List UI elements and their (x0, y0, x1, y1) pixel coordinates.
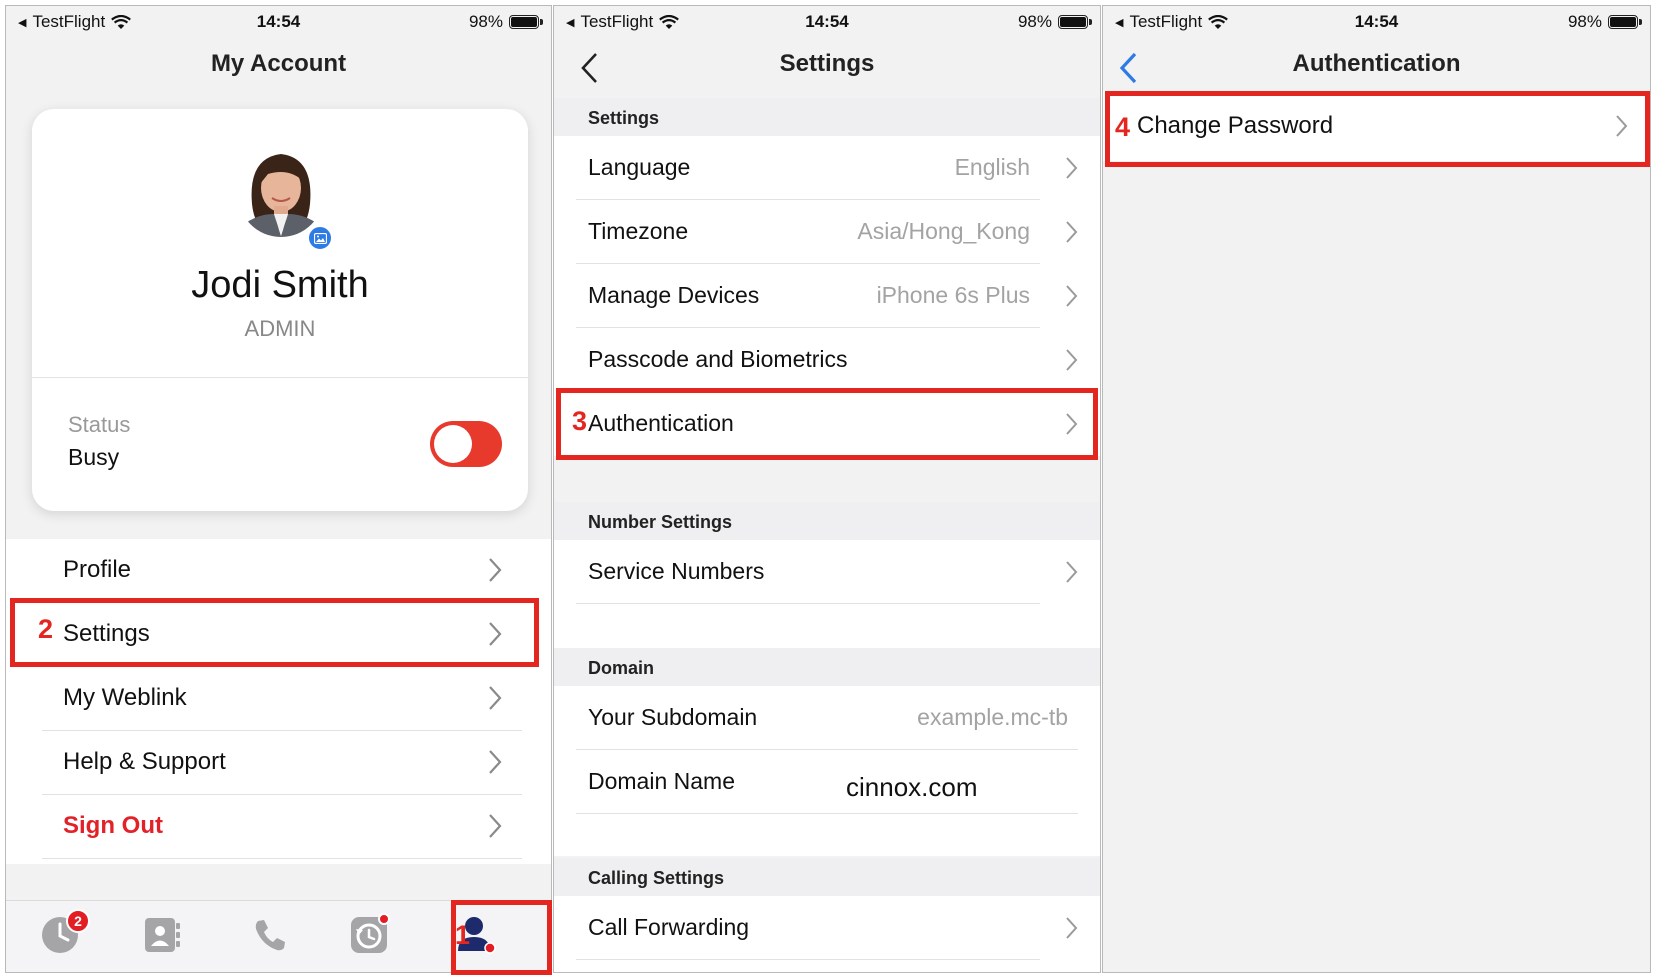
battery-icon (509, 15, 543, 29)
status-toggle[interactable] (430, 421, 502, 467)
phone-icon[interactable] (250, 915, 290, 955)
battery-percent: 98% (468, 12, 503, 31)
row-timezone[interactable]: Timezone Asia/Hong_Kong (576, 200, 1078, 264)
status-label: Status (68, 412, 131, 437)
step-number-3: 3 (572, 406, 588, 436)
section-header-settings: Settings (554, 98, 1100, 136)
section-header-number-settings: Number Settings (554, 502, 1100, 540)
menu-item-label: Settings (63, 620, 150, 647)
profile-name: Jodi Smith (191, 264, 369, 306)
row-label: Domain Name (588, 768, 735, 794)
notification-dot (378, 913, 390, 925)
menu-item-settings[interactable]: Settings (42, 603, 522, 667)
chevron-right-icon (1066, 157, 1078, 179)
row-authentication[interactable]: Authentication (576, 392, 1078, 456)
section-header-label: Calling Settings (588, 868, 725, 888)
row-domain-name: Domain Name cinnox.com (576, 750, 1078, 814)
row-value: example.mc-tb (917, 704, 1068, 730)
row-call-forwarding[interactable]: Call Forwarding (576, 896, 1078, 960)
calling-settings-group: Call Forwarding (554, 896, 1100, 972)
row-value: Asia/Hong_Kong (857, 218, 1030, 244)
step-number-2: 2 (38, 614, 54, 644)
unread-badge: 2 (66, 909, 90, 933)
menu-item-label: Help & Support (63, 748, 226, 775)
chevron-right-icon (1066, 349, 1078, 371)
menu-item-my-weblink[interactable]: My Weblink (42, 667, 522, 731)
row-your-subdomain: Your Subdomain example.mc-tb (576, 686, 1078, 750)
chevron-right-icon (1616, 115, 1628, 137)
page-title: Settings (779, 50, 875, 77)
chevron-right-icon (489, 686, 502, 710)
row-label: Service Numbers (588, 558, 765, 584)
battery-percent: 98% (1017, 12, 1052, 31)
row-manage-devices[interactable]: Manage Devices iPhone 6s Plus (576, 264, 1078, 328)
number-settings-group: Service Numbers (554, 540, 1100, 650)
my-account-screen: ◀ TestFlight 14:54 98% My Account Jodi S… (5, 5, 552, 973)
domain-name-value: cinnox.com (846, 772, 978, 802)
battery-icon (1608, 15, 1642, 29)
status-bar: ◀ TestFlight 14:54 98% (6, 6, 551, 36)
section-header-calling-settings: Calling Settings (554, 858, 1100, 896)
menu-item-label: Profile (63, 556, 132, 583)
row-change-password[interactable]: Change Password (1103, 91, 1650, 161)
section-header-domain: Domain (554, 648, 1100, 686)
status-battery: 98% (468, 12, 543, 32)
row-label: Manage Devices (588, 282, 760, 308)
battery-percent: 98% (1567, 12, 1602, 31)
status-battery: 98% (1567, 12, 1642, 32)
chevron-right-icon (489, 622, 502, 646)
row-label: Passcode and Biometrics (588, 346, 848, 372)
page-title: My Account (210, 50, 347, 77)
section-header-label: Domain (588, 658, 655, 678)
profile-role: ADMIN (244, 316, 316, 341)
row-label: Change Password (1137, 112, 1334, 139)
status-value: Busy (68, 444, 120, 470)
row-language[interactable]: Language English (576, 136, 1078, 200)
status-battery: 98% (1017, 12, 1092, 32)
authentication-screen: ◀ TestFlight 14:54 98% Authentication Ch… (1102, 5, 1651, 973)
status-bar: ◀ TestFlight 14:54 98% (554, 6, 1100, 36)
chevron-right-icon (1066, 917, 1078, 939)
domain-group: Your Subdomain example.mc-tb Domain Name… (554, 686, 1100, 856)
chevron-right-icon (489, 558, 502, 582)
row-label: Language (588, 154, 691, 180)
settings-group: Language English Timezone Asia/Hong_Kong… (554, 136, 1100, 456)
menu-item-label: My Weblink (63, 684, 187, 711)
contacts-icon[interactable] (142, 915, 182, 955)
row-value: iPhone 6s Plus (876, 282, 1030, 308)
step-number-1: 1 (455, 920, 471, 950)
row-label: Authentication (588, 410, 734, 436)
chevron-right-icon (489, 814, 502, 838)
menu-item-label: Sign Out (63, 812, 163, 839)
section-header-label: Number Settings (588, 512, 733, 532)
menu-item-profile[interactable]: Profile (42, 539, 522, 603)
account-menu: Profile Settings My Weblink Help & Suppo… (6, 539, 551, 864)
row-label: Call Forwarding (588, 914, 750, 940)
chevron-right-icon (1066, 413, 1078, 435)
settings-screen: ◀ TestFlight 14:54 98% Settings Settings… (553, 5, 1101, 973)
row-passcode-biometrics[interactable]: Passcode and Biometrics (576, 328, 1078, 392)
page-title: Authentication (1292, 50, 1461, 77)
menu-item-help-support[interactable]: Help & Support (42, 731, 522, 795)
chevron-right-icon (1066, 561, 1078, 583)
row-label: Timezone (588, 218, 689, 244)
toggle-knob (434, 425, 472, 463)
chevron-right-icon (1066, 285, 1078, 307)
row-value: English (954, 154, 1030, 180)
row-label: Your Subdomain (588, 704, 758, 730)
section-header-label: Settings (588, 108, 660, 128)
card-divider (32, 377, 528, 378)
chevron-right-icon (1066, 221, 1078, 243)
chevron-right-icon (489, 750, 502, 774)
row-service-numbers[interactable]: Service Numbers (576, 540, 1078, 604)
step-number-4: 4 (1115, 112, 1131, 142)
menu-item-sign-out[interactable]: Sign Out (42, 795, 522, 859)
change-photo-icon[interactable] (306, 224, 334, 252)
status-bar: ◀ TestFlight 14:54 98% (1103, 6, 1650, 36)
battery-icon (1058, 15, 1092, 29)
profile-card: Jodi Smith ADMIN Status Busy (32, 109, 528, 511)
